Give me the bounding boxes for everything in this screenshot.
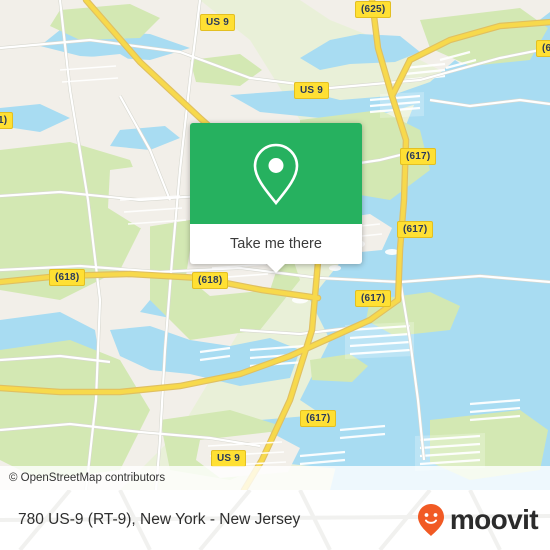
road-shield-left-edge: 1) bbox=[0, 112, 14, 129]
road-shield-625: (625) bbox=[355, 1, 392, 18]
popup-pointer bbox=[267, 264, 285, 273]
location-popup-card[interactable]: Take me there bbox=[190, 123, 362, 273]
map-screenshot: US 9 (625) (6 1) US 9 (617) (617) (618) (618) (61… bbox=[0, 0, 550, 550]
road-shield-617-bottom: (617) bbox=[300, 410, 337, 427]
moovit-smiley-pin-icon bbox=[417, 504, 444, 536]
popup-header bbox=[190, 123, 362, 224]
road-shield-us9-bottom: US 9 bbox=[211, 450, 247, 467]
popup-action-row[interactable]: Take me there bbox=[190, 224, 362, 264]
road-shield-us9-mid: US 9 bbox=[294, 82, 330, 99]
road-shield-618-left: (618) bbox=[49, 269, 86, 286]
road-shield-right-edge: (6 bbox=[536, 40, 550, 57]
map-attribution-bar: © OpenStreetMap contributors bbox=[0, 466, 550, 490]
moovit-logo[interactable]: moovit bbox=[416, 503, 539, 537]
location-title: 780 US-9 (RT-9), New York - New Jersey bbox=[18, 511, 301, 528]
road-shield-us9-top: US 9 bbox=[200, 14, 236, 31]
footer-bar: 780 US-9 (RT-9), New York - New Jersey m… bbox=[0, 490, 550, 550]
road-shield-617-upper: (617) bbox=[400, 148, 437, 165]
road-shield-617-lower: (617) bbox=[355, 290, 392, 307]
moovit-wordmark: moovit bbox=[449, 504, 539, 535]
map-canvas[interactable]: US 9 (625) (6 1) US 9 (617) (617) (618) (618) (61… bbox=[0, 0, 550, 490]
map-pin-icon bbox=[253, 143, 299, 205]
road-shield-618-right: (618) bbox=[192, 272, 229, 289]
take-me-there-label: Take me there bbox=[230, 236, 322, 252]
road-shield-617-mid: (617) bbox=[397, 221, 434, 238]
openstreetmap-attribution[interactable]: © OpenStreetMap contributors bbox=[0, 472, 165, 484]
